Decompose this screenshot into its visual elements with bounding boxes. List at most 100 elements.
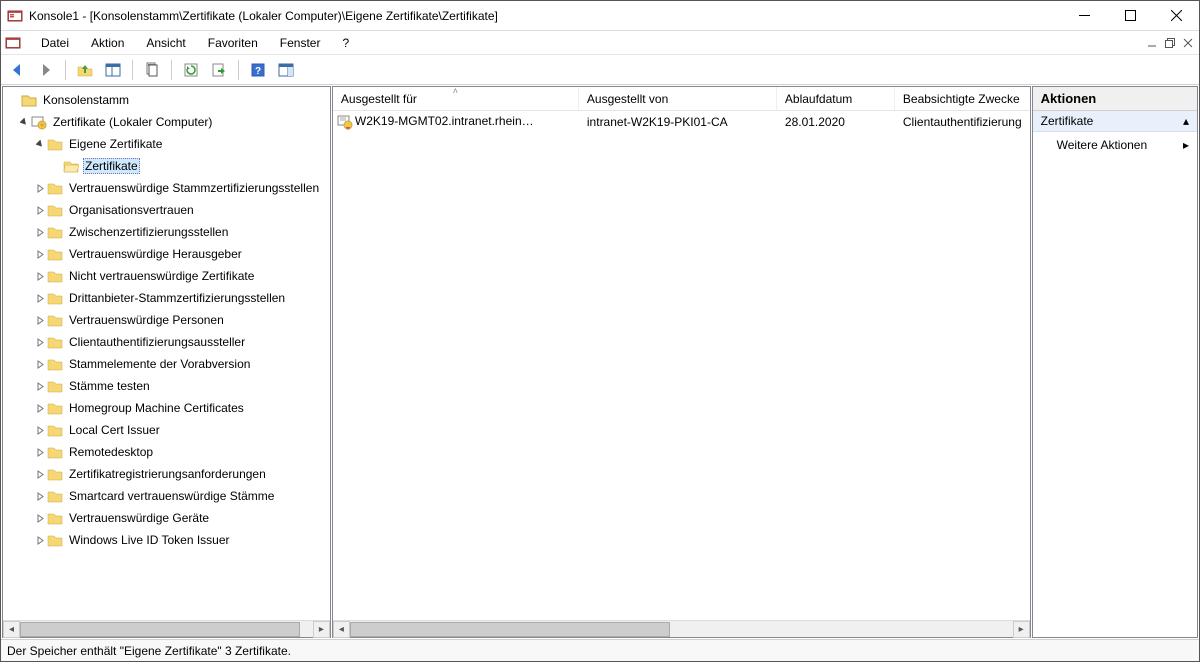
- column-label: Ausgestellt von: [587, 92, 668, 106]
- tree-item[interactable]: Vertrauenswürdige Stammzertifizierungsst…: [3, 177, 330, 199]
- collapse-icon[interactable]: [33, 140, 47, 149]
- toolbar-separator: [65, 60, 66, 80]
- scroll-track[interactable]: [20, 621, 313, 637]
- scroll-right-arrow[interactable]: ▸: [313, 621, 330, 638]
- menu-aktion[interactable]: Aktion: [81, 34, 134, 52]
- tree-label: Windows Live ID Token Issuer: [67, 532, 232, 548]
- menu-favoriten[interactable]: Favoriten: [198, 34, 268, 52]
- tree-item[interactable]: Drittanbieter-Stammzertifizierungsstelle…: [3, 287, 330, 309]
- help-button[interactable]: ?: [247, 59, 269, 81]
- mdi-restore-button[interactable]: [1163, 36, 1177, 50]
- list-panel: ˄Ausgestellt für Ausgestellt von Ablaufd…: [332, 86, 1031, 638]
- expand-icon[interactable]: [33, 206, 47, 215]
- tree-snapin[interactable]: Zertifikate (Lokaler Computer): [3, 111, 330, 133]
- column-issued-to[interactable]: ˄Ausgestellt für: [333, 87, 579, 110]
- tree-root[interactable]: Konsolenstamm: [3, 89, 330, 111]
- tree-item[interactable]: Vertrauenswürdige Geräte: [3, 507, 330, 529]
- collapse-up-icon: ▴: [1183, 114, 1189, 128]
- tree-label: Zwischenzertifizierungsstellen: [67, 224, 230, 240]
- expand-icon[interactable]: [33, 536, 47, 545]
- content-area: Konsolenstamm Zertifikate (Lokaler Compu…: [1, 85, 1199, 639]
- column-label: Ablaufdatum: [785, 92, 852, 106]
- export-button[interactable]: [208, 59, 230, 81]
- tree-item[interactable]: Clientauthentifizierungsaussteller: [3, 331, 330, 353]
- scroll-thumb[interactable]: [20, 622, 300, 637]
- menu-help[interactable]: ?: [332, 34, 359, 52]
- window-close-button[interactable]: [1153, 1, 1199, 31]
- expand-icon[interactable]: [33, 272, 47, 281]
- tree-item[interactable]: Smartcard vertrauenswürdige Stämme: [3, 485, 330, 507]
- scroll-right-arrow[interactable]: ▸: [1013, 621, 1030, 638]
- tree-item[interactable]: Stammelemente der Vorabversion: [3, 353, 330, 375]
- tree-own-certs[interactable]: Eigene Zertifikate: [3, 133, 330, 155]
- folder-icon: [47, 532, 63, 548]
- tree-certificates-selected[interactable]: Zertifikate: [3, 155, 330, 177]
- expand-icon[interactable]: [33, 250, 47, 259]
- menu-fenster[interactable]: Fenster: [270, 34, 331, 52]
- list-body[interactable]: W2K19-MGMT02.intranet.rhein… intranet-W2…: [333, 111, 1030, 620]
- column-expires[interactable]: Ablaufdatum: [777, 87, 895, 110]
- forward-button[interactable]: [35, 59, 57, 81]
- expand-icon[interactable]: [33, 228, 47, 237]
- menu-ansicht[interactable]: Ansicht: [136, 34, 195, 52]
- tree-item[interactable]: Homegroup Machine Certificates: [3, 397, 330, 419]
- folder-icon: [47, 400, 63, 416]
- expand-icon[interactable]: [33, 448, 47, 457]
- copy-button[interactable]: [141, 59, 163, 81]
- show-hide-tree-button[interactable]: [102, 59, 124, 81]
- expand-icon[interactable]: [33, 514, 47, 523]
- scroll-thumb[interactable]: [350, 622, 670, 637]
- tree-item[interactable]: Vertrauenswürdige Personen: [3, 309, 330, 331]
- scroll-track[interactable]: [350, 621, 1013, 637]
- tree-item[interactable]: Local Cert Issuer: [3, 419, 330, 441]
- tree-item[interactable]: Organisationsvertrauen: [3, 199, 330, 221]
- tree-horizontal-scrollbar[interactable]: ◂ ▸: [3, 620, 330, 637]
- mdi-close-button[interactable]: [1181, 36, 1195, 50]
- tree-item[interactable]: Windows Live ID Token Issuer: [3, 529, 330, 551]
- refresh-button[interactable]: [180, 59, 202, 81]
- expand-icon[interactable]: [33, 404, 47, 413]
- tree-item[interactable]: Remotedesktop: [3, 441, 330, 463]
- tree-item[interactable]: Vertrauenswürdige Herausgeber: [3, 243, 330, 265]
- actions-category[interactable]: Zertifikate ▴: [1033, 111, 1197, 132]
- title-bar: Konsole1 - [Konsolenstamm\Zertifikate (L…: [1, 1, 1199, 31]
- up-folder-button[interactable]: [74, 59, 96, 81]
- cell-expires: 28.01.2020: [777, 115, 895, 129]
- tree-item[interactable]: Stämme testen: [3, 375, 330, 397]
- collapse-icon[interactable]: [17, 118, 31, 127]
- back-button[interactable]: [7, 59, 29, 81]
- menu-datei[interactable]: Datei: [31, 34, 79, 52]
- tree-item[interactable]: Zwischenzertifizierungsstellen: [3, 221, 330, 243]
- expand-icon[interactable]: [33, 470, 47, 479]
- tree-item[interactable]: Zertifikatregistrierungsanforderungen: [3, 463, 330, 485]
- window-minimize-button[interactable]: [1061, 1, 1107, 31]
- tree-label: Vertrauenswürdige Herausgeber: [67, 246, 244, 262]
- expand-icon[interactable]: [33, 184, 47, 193]
- mdi-minimize-button[interactable]: [1145, 36, 1159, 50]
- column-issued-by[interactable]: Ausgestellt von: [579, 87, 777, 110]
- tree-label: Smartcard vertrauenswürdige Stämme: [67, 488, 276, 504]
- console-tree[interactable]: Konsolenstamm Zertifikate (Lokaler Compu…: [3, 87, 330, 620]
- column-purpose[interactable]: Beabsichtigte Zwecke: [895, 87, 1030, 110]
- certificate-row[interactable]: W2K19-MGMT02.intranet.rhein… intranet-W2…: [333, 111, 1030, 133]
- tree-panel: Konsolenstamm Zertifikate (Lokaler Compu…: [2, 86, 331, 638]
- expand-icon[interactable]: [33, 492, 47, 501]
- window-maximize-button[interactable]: [1107, 1, 1153, 31]
- scroll-left-arrow[interactable]: ◂: [333, 621, 350, 638]
- folder-icon: [47, 268, 63, 284]
- expand-icon[interactable]: [33, 316, 47, 325]
- expand-icon[interactable]: [33, 382, 47, 391]
- scroll-left-arrow[interactable]: ◂: [3, 621, 20, 638]
- tree-item[interactable]: Nicht vertrauenswürdige Zertifikate: [3, 265, 330, 287]
- expand-icon[interactable]: [33, 426, 47, 435]
- show-hide-action-pane-button[interactable]: [275, 59, 297, 81]
- expand-icon[interactable]: [33, 338, 47, 347]
- tree-label: Vertrauenswürdige Stammzertifizierungsst…: [67, 180, 321, 196]
- expand-icon[interactable]: [33, 294, 47, 303]
- more-actions-item[interactable]: Weitere Aktionen ▸: [1033, 132, 1197, 158]
- tree-label: Homegroup Machine Certificates: [67, 400, 246, 416]
- folder-icon: [47, 510, 63, 526]
- cell-issued-by: intranet-W2K19-PKI01-CA: [579, 115, 777, 129]
- list-horizontal-scrollbar[interactable]: ◂ ▸: [333, 620, 1030, 637]
- expand-icon[interactable]: [33, 360, 47, 369]
